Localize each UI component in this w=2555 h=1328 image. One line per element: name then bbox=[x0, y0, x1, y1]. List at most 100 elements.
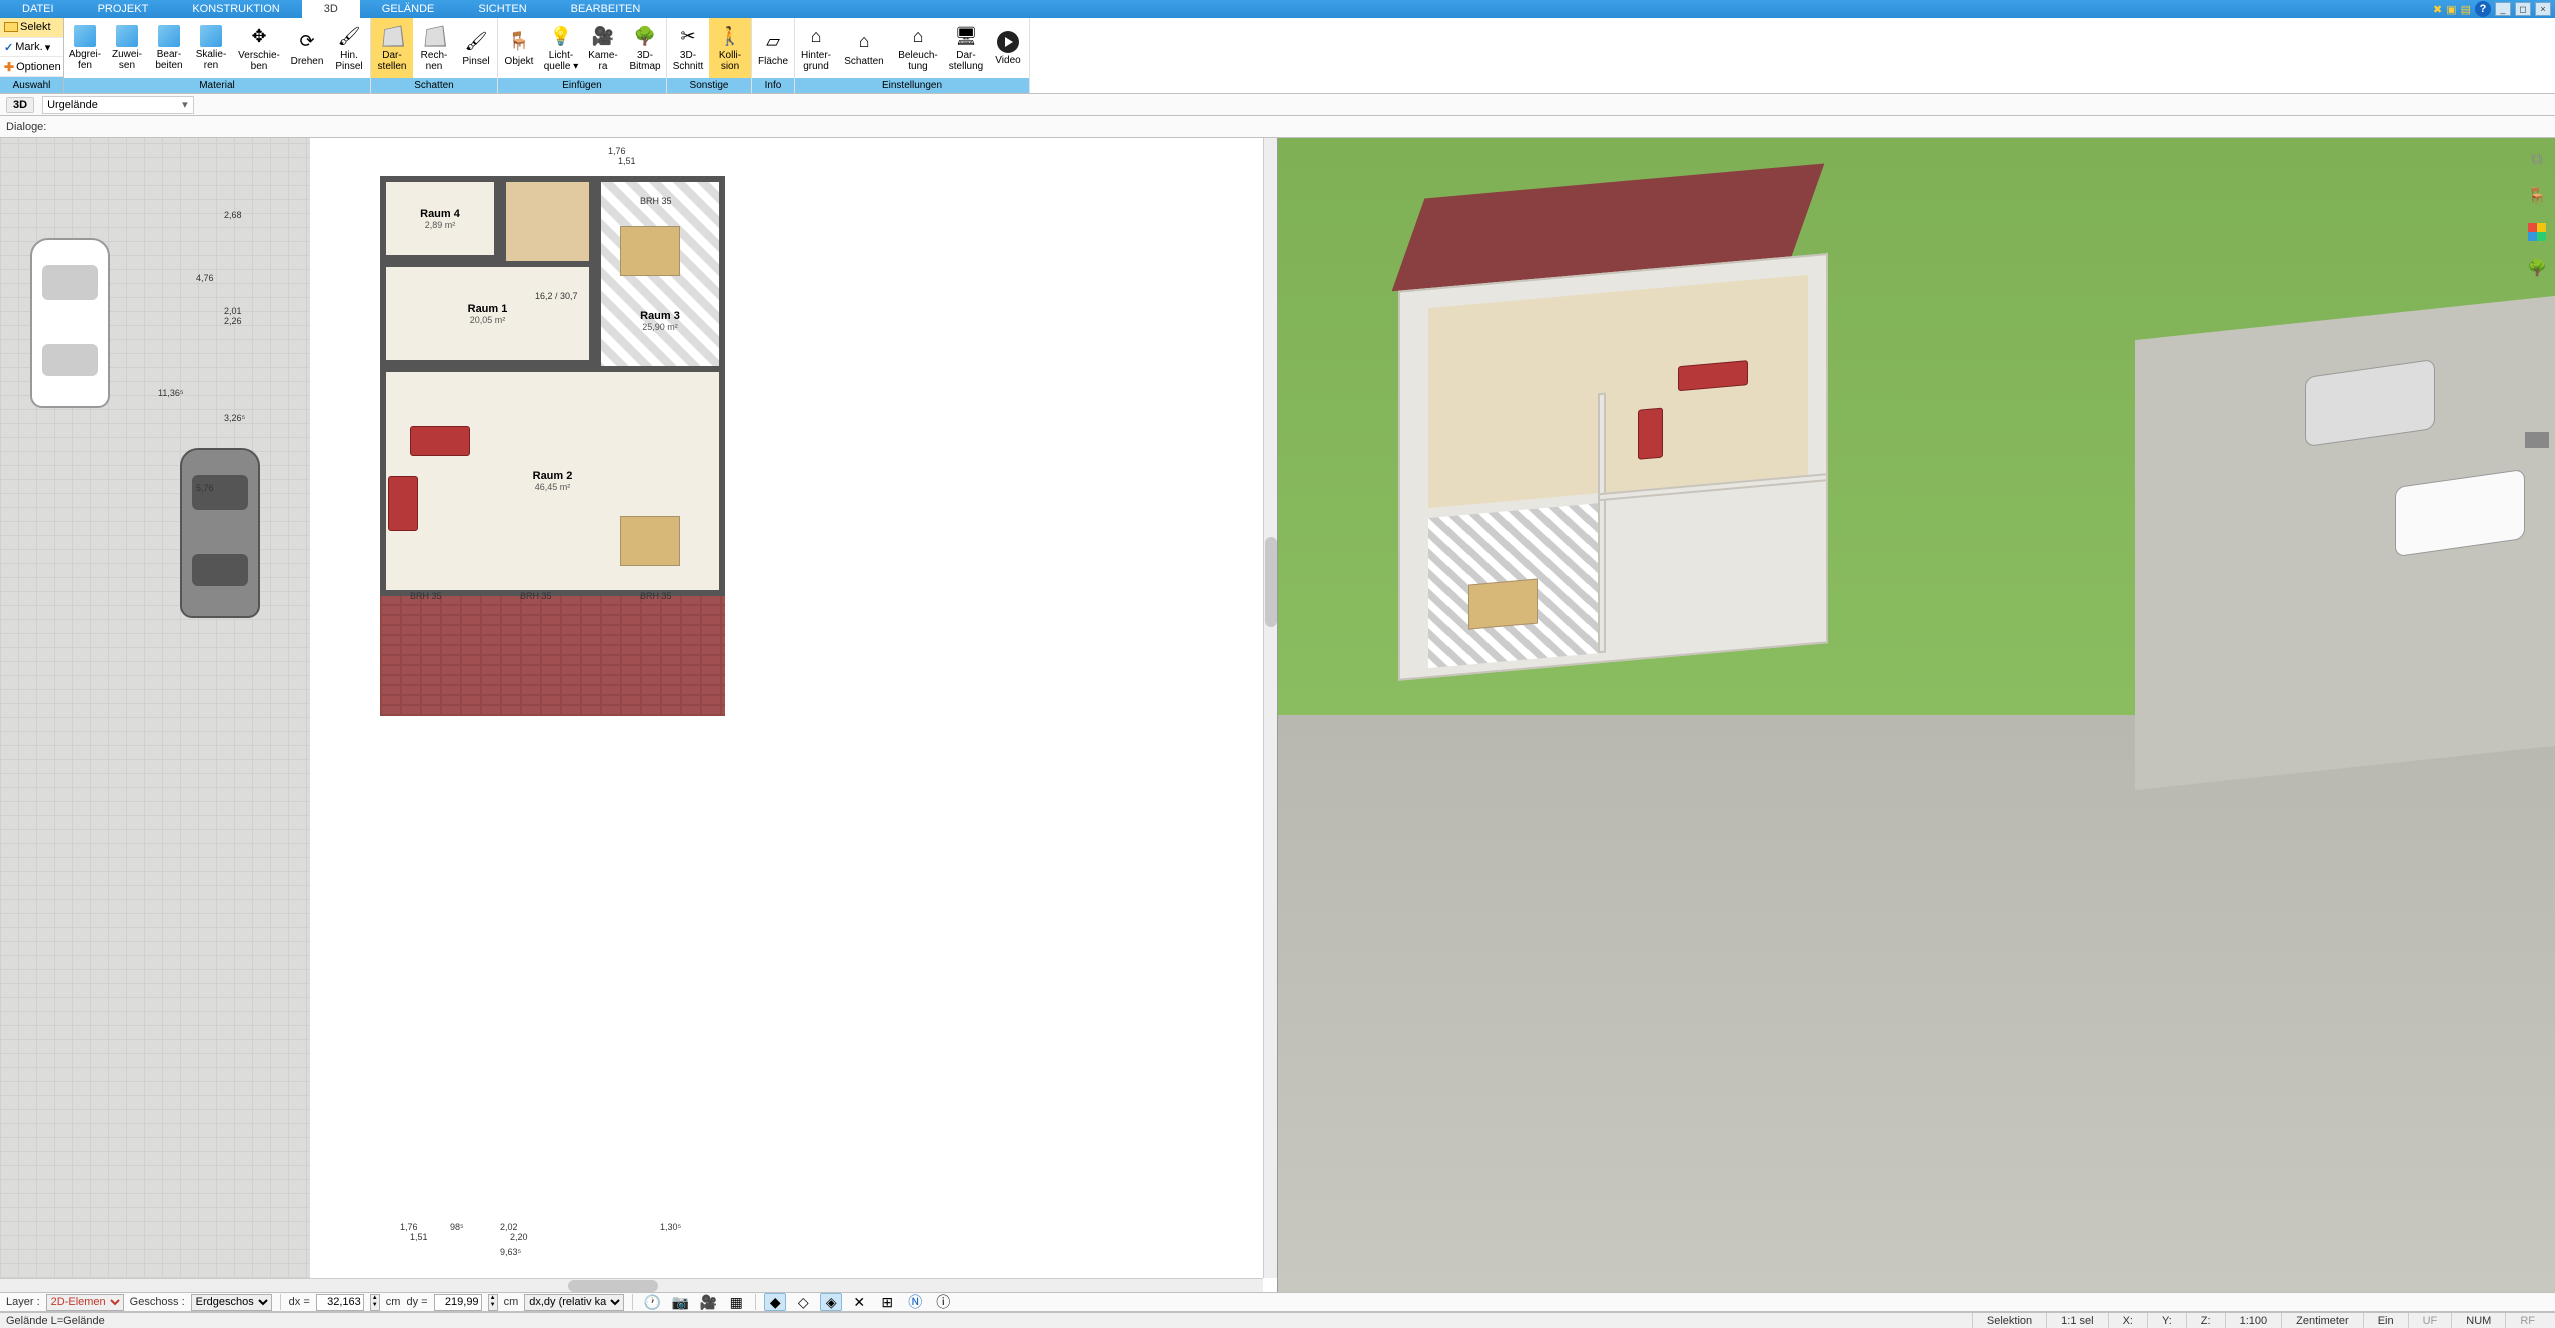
select-button[interactable]: Selekt bbox=[0, 18, 63, 38]
cursor-icon bbox=[4, 22, 18, 32]
dining-table bbox=[620, 226, 680, 276]
north-icon[interactable]: Ⓝ bbox=[904, 1293, 926, 1311]
tree-tool-icon[interactable]: 🌳 bbox=[2525, 256, 2549, 280]
status-uf: UF bbox=[2408, 1313, 2452, 1328]
einfuegen-group-label: Einfügen bbox=[498, 78, 666, 93]
darstellen-button[interactable]: Dar-stellen bbox=[371, 18, 413, 78]
hin-pinsel-button[interactable]: 🖌Hin.Pinsel bbox=[328, 18, 370, 78]
window-icon[interactable]: ▣ bbox=[2446, 3, 2456, 16]
menu-gelaende[interactable]: GELÄNDE bbox=[360, 0, 457, 18]
drehen-button[interactable]: ⟳Drehen bbox=[286, 18, 328, 78]
menu-bearbeiten[interactable]: BEARBEITEN bbox=[549, 0, 663, 18]
dim-label: 2,20 bbox=[510, 1232, 528, 1242]
menu-datei[interactable]: DATEI bbox=[0, 0, 76, 18]
kollision-button[interactable]: 🚶Kolli-sion bbox=[709, 18, 751, 78]
lichtquelle-button[interactable]: 💡Licht-quelle ▾ bbox=[540, 18, 582, 78]
info-tool-icon[interactable]: ⓘ bbox=[932, 1293, 954, 1311]
plan-vscrollbar[interactable] bbox=[1263, 138, 1277, 1278]
abgreifen-button[interactable]: Abgrei-fen bbox=[64, 18, 106, 78]
brh-label: BRH 35 bbox=[410, 591, 442, 601]
pinsel-button[interactable]: 🖌Pinsel bbox=[455, 18, 497, 78]
layer-label: Layer : bbox=[6, 1296, 40, 1308]
einstellungen-group-label: Einstellungen bbox=[795, 78, 1029, 93]
statusbar: Gelände L=Gelände Selektion 1:1 sel X: Y… bbox=[0, 1312, 2555, 1328]
snap-intersection-icon[interactable]: ✕ bbox=[848, 1293, 870, 1311]
chevron-down-icon[interactable]: ▾ bbox=[182, 98, 188, 111]
side-drag-handle[interactable] bbox=[2525, 432, 2549, 448]
menu-projekt[interactable]: PROJEKT bbox=[76, 0, 171, 18]
dining-table-2 bbox=[620, 516, 680, 566]
verschieben-button[interactable]: ✥Verschie-ben bbox=[232, 18, 286, 78]
maximize-button[interactable]: ◻ bbox=[2515, 2, 2531, 16]
menu-konstruktion[interactable]: KONSTRUKTION bbox=[170, 0, 301, 18]
floor-select[interactable]: Erdgeschos bbox=[191, 1294, 272, 1311]
bearbeiten-button[interactable]: Bear-beiten bbox=[148, 18, 190, 78]
ribbon-auswahl-group: Selekt Mark. ▾ Optionen Auswahl bbox=[0, 18, 64, 93]
scale-icon bbox=[200, 25, 222, 47]
clock-tool-icon[interactable]: 🕐 bbox=[641, 1293, 663, 1311]
dim-label: 98⁵ bbox=[450, 1222, 464, 1232]
plan-hscrollbar[interactable] bbox=[0, 1278, 1263, 1292]
video-button[interactable]: Video bbox=[987, 18, 1029, 78]
assign-material-icon bbox=[116, 25, 138, 47]
armchair bbox=[388, 476, 418, 531]
pick-material-icon bbox=[74, 25, 96, 47]
dy-input[interactable] bbox=[434, 1294, 482, 1311]
kamera-button[interactable]: 🎥Kame-ra bbox=[582, 18, 624, 78]
layers-icon[interactable]: ▤ bbox=[2461, 3, 2471, 16]
brh-label: BRH 35 bbox=[640, 591, 672, 601]
minimize-button[interactable]: _ bbox=[2495, 2, 2511, 16]
dx-input[interactable] bbox=[316, 1294, 364, 1311]
camera-tool-icon[interactable]: 📷 bbox=[669, 1293, 691, 1311]
brh-label: BRH 35 bbox=[520, 591, 552, 601]
status-x: X: bbox=[2108, 1313, 2147, 1328]
layers-tool-icon[interactable]: ⧉ bbox=[2525, 148, 2549, 172]
flaeche-button[interactable]: ▱Fläche bbox=[752, 18, 794, 78]
3d-schnitt-button[interactable]: ✂3D-Schnitt bbox=[667, 18, 709, 78]
dx-spinner[interactable]: ▲▼ bbox=[370, 1294, 380, 1311]
zuweisen-button[interactable]: Zuwei-sen bbox=[106, 18, 148, 78]
snap-endpoint-icon[interactable]: ◆ bbox=[764, 1293, 786, 1311]
workspace: 2,68 4,76 2,01 2,26 11,36⁵ 3,26⁵ 5,76 1,… bbox=[0, 138, 2555, 1292]
beleuchtung-button[interactable]: ⌂Beleuch-tung bbox=[891, 18, 945, 78]
status-rf: RF bbox=[2505, 1313, 2549, 1328]
mark-button[interactable]: Mark. ▾ bbox=[0, 38, 63, 58]
snap-corner-icon[interactable]: ◈ bbox=[820, 1293, 842, 1311]
tool-icon[interactable]: ✖ bbox=[2433, 3, 2442, 16]
terrain-select[interactable] bbox=[42, 96, 194, 114]
layer-select[interactable]: 2D-Elemen bbox=[46, 1294, 124, 1311]
object-icon: 🪑 bbox=[507, 30, 531, 54]
plan-2d-view[interactable]: 2,68 4,76 2,01 2,26 11,36⁵ 3,26⁵ 5,76 1,… bbox=[0, 138, 1278, 1292]
terrace bbox=[380, 596, 725, 716]
options-button[interactable]: Optionen bbox=[0, 57, 63, 77]
tree-icon: 🌳 bbox=[633, 24, 657, 48]
edit-material-icon bbox=[158, 25, 180, 47]
window-tool-icon[interactable]: ▦ bbox=[725, 1293, 747, 1311]
3d-view[interactable]: ⧉ 🪑 🌳 bbox=[1278, 138, 2555, 1292]
coord-mode-select[interactable]: dx,dy (relativ ka bbox=[524, 1294, 624, 1311]
video-camera-tool-icon[interactable]: 🎥 bbox=[697, 1293, 719, 1311]
skalieren-button[interactable]: Skalie-ren bbox=[190, 18, 232, 78]
grid-icon[interactable]: ⊞ bbox=[876, 1293, 898, 1311]
menu-3d[interactable]: 3D bbox=[302, 0, 360, 18]
hintergrund-button[interactable]: ⌂Hinter-grund bbox=[795, 18, 837, 78]
colors-tool-icon[interactable] bbox=[2525, 220, 2549, 244]
schatten-settings-button[interactable]: ⌂Schatten bbox=[837, 18, 891, 78]
help-icon[interactable]: ? bbox=[2475, 1, 2491, 17]
close-button[interactable]: × bbox=[2535, 2, 2551, 16]
darstellung-button[interactable]: 🖥Dar-stellung bbox=[945, 18, 987, 78]
rechnen-button[interactable]: Rech-nen bbox=[413, 18, 455, 78]
dx-label: dx = bbox=[289, 1296, 310, 1308]
render-shadow-icon bbox=[380, 24, 404, 48]
objekt-button[interactable]: 🪑Objekt bbox=[498, 18, 540, 78]
status-selection-label: Selektion bbox=[1972, 1313, 2046, 1328]
status-y: Y: bbox=[2147, 1313, 2186, 1328]
furniture-tool-icon[interactable]: 🪑 bbox=[2525, 184, 2549, 208]
view-context-bar: 3D ▾ bbox=[0, 94, 2555, 116]
snap-edge-icon[interactable]: ◇ bbox=[792, 1293, 814, 1311]
display-icon: 🖥 bbox=[954, 24, 978, 48]
menu-sichten[interactable]: SICHTEN bbox=[456, 0, 548, 18]
dim-label: 11,36⁵ bbox=[158, 388, 184, 398]
3d-bitmap-button[interactable]: 🌳3D-Bitmap bbox=[624, 18, 666, 78]
dy-spinner[interactable]: ▲▼ bbox=[488, 1294, 498, 1311]
